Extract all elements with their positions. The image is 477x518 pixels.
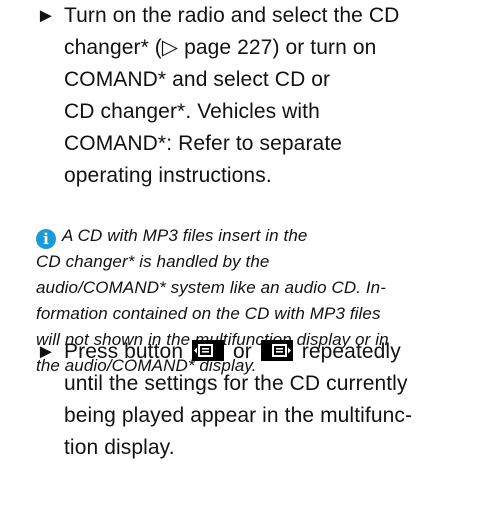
note-line: i A CD with MP3 files insert in the bbox=[36, 223, 456, 249]
note-line: CD changer* is handled by the bbox=[36, 252, 270, 271]
instruction-step-1: ► Turn on the radio and select the CD ch… bbox=[36, 0, 456, 192]
step-1-line: COMAND* and select CD or bbox=[64, 68, 331, 91]
step-2-line: until the settings for the CD currently bbox=[64, 372, 408, 395]
step-1-line: Turn on the radio and select the CD bbox=[64, 4, 400, 27]
instruction-step-2: ► Press button or repeatedly until the s… bbox=[36, 336, 456, 464]
note-line-text: A CD with MP3 files insert in the bbox=[62, 226, 308, 245]
manual-page: ► Turn on the radio and select the CD ch… bbox=[0, 0, 477, 518]
step-2-prefix: Press button bbox=[64, 340, 184, 363]
step-1-line: changer* (▷ page 227) or turn on bbox=[64, 36, 377, 59]
bullet-arrow-icon: ► bbox=[36, 341, 56, 363]
step-1-line: operating instructions. bbox=[64, 164, 272, 187]
step-2-or: or bbox=[232, 340, 252, 363]
info-icon: i bbox=[36, 229, 56, 249]
step-2-text: Press button or repeatedly until the set… bbox=[64, 336, 412, 464]
display-prev-button-icon bbox=[192, 340, 225, 361]
step-2-line: Press button or repeatedly bbox=[64, 336, 412, 368]
display-next-button-icon bbox=[260, 340, 293, 361]
note-line: audio/COMAND* system like an audio CD. I… bbox=[36, 278, 386, 297]
bullet-arrow-icon: ► bbox=[36, 5, 56, 27]
step-2-line: being played appear in the multifunc- bbox=[64, 404, 413, 427]
step-2-line: tion display. bbox=[64, 436, 175, 459]
step-1-line: COMAND*: Refer to separate bbox=[64, 132, 343, 155]
step-1-line: CD changer*. Vehicles with bbox=[64, 100, 320, 123]
step-1-text: Turn on the radio and select the CD chan… bbox=[64, 0, 399, 192]
step-2-suffix: repeatedly bbox=[301, 340, 401, 363]
note-line: formation contained on the CD with MP3 f… bbox=[36, 304, 381, 323]
